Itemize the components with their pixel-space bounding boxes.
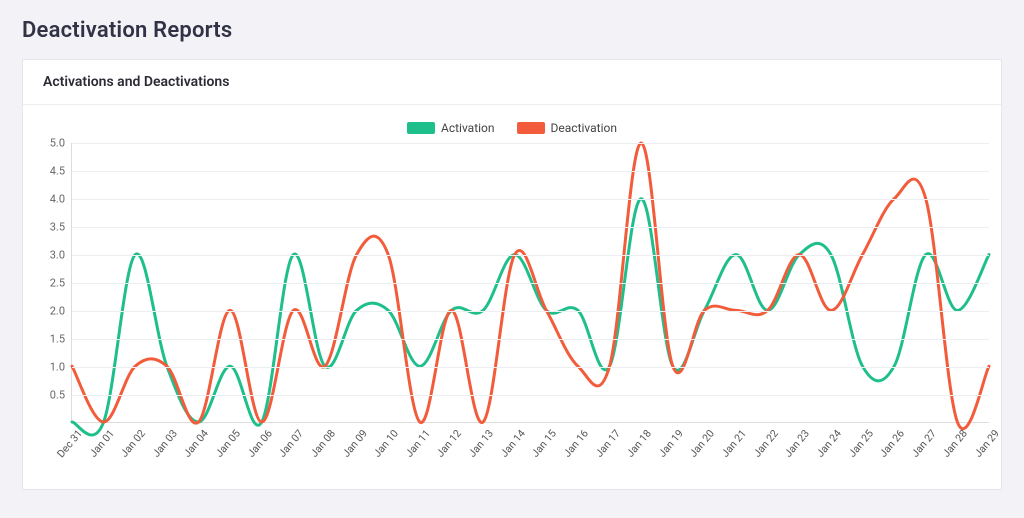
- gridline: [72, 311, 989, 312]
- card-header: Activations and Deactivations: [23, 60, 1001, 105]
- series-line-deactivation: [72, 143, 989, 429]
- y-axis: 0.51.01.52.02.53.03.54.04.55.0: [35, 143, 71, 423]
- legend-item-deactivation[interactable]: Deactivation: [517, 121, 617, 135]
- legend-label-deactivation: Deactivation: [551, 121, 617, 135]
- swatch-deactivation: [517, 122, 545, 134]
- gridline: [72, 227, 989, 228]
- y-tick-label: 4.5: [50, 165, 65, 178]
- legend-label-activation: Activation: [441, 121, 495, 135]
- chart-block: Activation Deactivation 0.5 1.0 1.5 2.0 2.5 3…: [23, 105, 1001, 489]
- page-title: Deactivation Reports: [22, 18, 1002, 43]
- y-tick-label: 0.5: [50, 389, 65, 402]
- swatch-activation: [407, 122, 435, 134]
- plot-area: [71, 143, 989, 423]
- y-tick-label: 2.0: [50, 305, 65, 318]
- legend-item-activation[interactable]: Activation: [407, 121, 495, 135]
- y-tick-label: 5.0: [50, 137, 65, 150]
- x-axis: Dec 31Jan 01Jan 02Jan 03Jan 04Jan 05Jan …: [71, 423, 989, 479]
- y-tick-label: 1.5: [50, 333, 65, 346]
- gridline: [72, 367, 989, 368]
- chart-card: Activations and Deactivations Activation…: [22, 59, 1002, 490]
- gridline: [72, 255, 989, 256]
- card-title: Activations and Deactivations: [43, 74, 981, 90]
- gridline: [72, 143, 989, 144]
- gridline: [72, 339, 989, 340]
- gridline: [72, 395, 989, 396]
- y-tick-label: 1.0: [50, 361, 65, 374]
- gridline: [72, 199, 989, 200]
- gridline: [72, 171, 989, 172]
- y-tick-label: 3.5: [50, 221, 65, 234]
- chart-legend: Activation Deactivation: [35, 121, 989, 135]
- y-tick-label: 2.5: [50, 277, 65, 290]
- y-tick-label: 4.0: [50, 193, 65, 206]
- series-line-activation: [72, 199, 989, 435]
- y-tick-label: 3.0: [50, 249, 65, 262]
- gridline: [72, 283, 989, 284]
